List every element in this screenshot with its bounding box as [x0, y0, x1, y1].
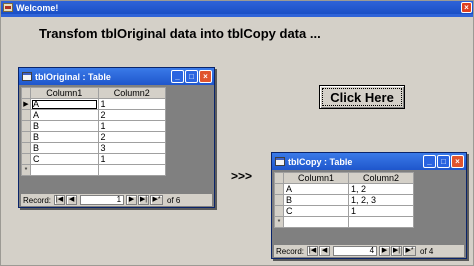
table-row: A 1, 2 — [274, 183, 414, 195]
arrow-text: >>> — [231, 169, 253, 183]
tbl-copy-titlebar[interactable]: tblCopy : Table _ □ × — [272, 153, 466, 170]
cell[interactable]: B — [30, 131, 99, 143]
row-selector[interactable] — [21, 109, 31, 121]
page-heading: Transfom tblOriginal data into tblCopy d… — [39, 26, 321, 41]
record-number-input[interactable]: 4 — [333, 246, 378, 256]
new-record-icon[interactable]: ▶* — [403, 246, 417, 256]
click-here-label: Click Here — [322, 88, 402, 106]
tbl-copy-datasheet: Column1 Column2 A 1, 2 B 1, 2, 3 C 1 * — [274, 172, 464, 243]
record-label: Record: — [276, 246, 305, 256]
cell[interactable]: 2 — [97, 109, 166, 121]
cell[interactable]: 1 — [97, 120, 166, 132]
cell[interactable] — [348, 216, 414, 228]
new-row-icon[interactable]: * — [274, 216, 284, 228]
cell[interactable]: 3 — [97, 142, 166, 154]
previous-record-icon[interactable]: ◀ — [319, 246, 331, 256]
current-row-icon[interactable]: ▶ — [21, 98, 31, 110]
cell[interactable] — [97, 164, 166, 176]
record-number-input[interactable]: 1 — [80, 195, 125, 205]
main-titlebar[interactable]: Welcome! × — [1, 1, 473, 14]
new-record-row: * — [21, 164, 166, 176]
new-record-icon[interactable]: ▶* — [150, 195, 164, 205]
row-selector[interactable] — [21, 153, 31, 165]
close-icon[interactable]: × — [199, 70, 212, 83]
select-all-corner[interactable] — [21, 87, 31, 99]
record-navigator: Record: |◀ ◀ 4 ▶ ▶| ▶* of 4 — [274, 245, 464, 257]
first-record-icon[interactable]: |◀ — [54, 195, 66, 205]
table-row: A 2 — [21, 109, 166, 121]
titlebar-edge — [1, 14, 473, 17]
table-row: ▶ A 1 — [21, 98, 166, 110]
column-header[interactable]: Column2 — [348, 172, 414, 184]
tbl-copy-window: tblCopy : Table _ □ × Column1 Column2 A … — [271, 152, 467, 259]
column-header[interactable]: Column1 — [283, 172, 349, 184]
tbl-original-window: tblOriginal : Table _ □ × Column1 Column… — [18, 67, 215, 208]
cell[interactable]: 1 — [97, 153, 166, 165]
next-record-icon[interactable]: ▶ — [379, 246, 391, 256]
row-selector[interactable] — [274, 183, 284, 195]
select-all-corner[interactable] — [274, 172, 284, 184]
cell[interactable]: 2 — [97, 131, 166, 143]
main-close-icon[interactable]: × — [461, 2, 472, 13]
table-icon — [22, 72, 32, 81]
maximize-icon[interactable]: □ — [185, 70, 198, 83]
last-record-icon[interactable]: ▶| — [138, 195, 150, 205]
minimize-icon[interactable]: _ — [171, 70, 184, 83]
column-header[interactable]: Column1 — [30, 87, 99, 99]
record-label: Record: — [23, 195, 52, 205]
previous-record-icon[interactable]: ◀ — [66, 195, 78, 205]
cell[interactable]: B — [30, 120, 99, 132]
column-header[interactable]: Column2 — [97, 87, 166, 99]
cell[interactable]: 1, 2, 3 — [348, 194, 414, 206]
close-icon[interactable]: × — [451, 155, 464, 168]
cell[interactable]: B — [30, 142, 99, 154]
cell[interactable]: A — [30, 109, 99, 121]
row-selector[interactable] — [21, 120, 31, 132]
first-record-icon[interactable]: |◀ — [307, 246, 319, 256]
new-record-row: * — [274, 216, 414, 228]
record-count: of 6 — [167, 195, 181, 205]
minimize-icon[interactable]: _ — [423, 155, 436, 168]
table-row: B 3 — [21, 142, 166, 154]
cell[interactable]: C — [30, 153, 99, 165]
click-here-button[interactable]: Click Here — [319, 85, 405, 109]
table-row: B 1, 2, 3 — [274, 194, 414, 206]
next-record-icon[interactable]: ▶ — [126, 195, 138, 205]
maximize-icon[interactable]: □ — [437, 155, 450, 168]
tbl-copy-title: tblCopy : Table — [288, 156, 353, 167]
tbl-original-titlebar[interactable]: tblOriginal : Table _ □ × — [19, 68, 214, 85]
table-row: C 1 — [274, 205, 414, 217]
row-selector[interactable] — [274, 205, 284, 217]
last-record-icon[interactable]: ▶| — [391, 246, 403, 256]
cell[interactable]: 1 — [348, 205, 414, 217]
cell[interactable]: B — [283, 194, 349, 206]
table-row: C 1 — [21, 153, 166, 165]
row-selector[interactable] — [21, 131, 31, 143]
table-row: B 1 — [21, 120, 166, 132]
cell[interactable]: C — [283, 205, 349, 217]
cell[interactable]: A — [283, 183, 349, 195]
row-selector[interactable] — [274, 194, 284, 206]
cell[interactable]: 1 — [97, 98, 166, 110]
row-selector[interactable] — [21, 142, 31, 154]
cell[interactable]: A — [30, 98, 99, 110]
window-title: Welcome! — [16, 2, 59, 13]
record-navigator: Record: |◀ ◀ 1 ▶ ▶| ▶* of 6 — [21, 194, 212, 206]
tbl-original-title: tblOriginal : Table — [35, 71, 111, 82]
cell[interactable] — [30, 164, 99, 176]
tbl-original-datasheet: Column1 Column2 ▶ A 1 A 2 B 1 B 2 B 3 C … — [21, 87, 212, 192]
record-count: of 4 — [420, 246, 434, 256]
cell[interactable]: 1, 2 — [348, 183, 414, 195]
access-app-icon — [3, 3, 13, 12]
cell[interactable] — [283, 216, 349, 228]
table-icon — [275, 157, 285, 166]
main-window: Welcome! × Transfom tblOriginal data int… — [0, 0, 474, 266]
table-row: B 2 — [21, 131, 166, 143]
new-row-icon[interactable]: * — [21, 164, 31, 176]
